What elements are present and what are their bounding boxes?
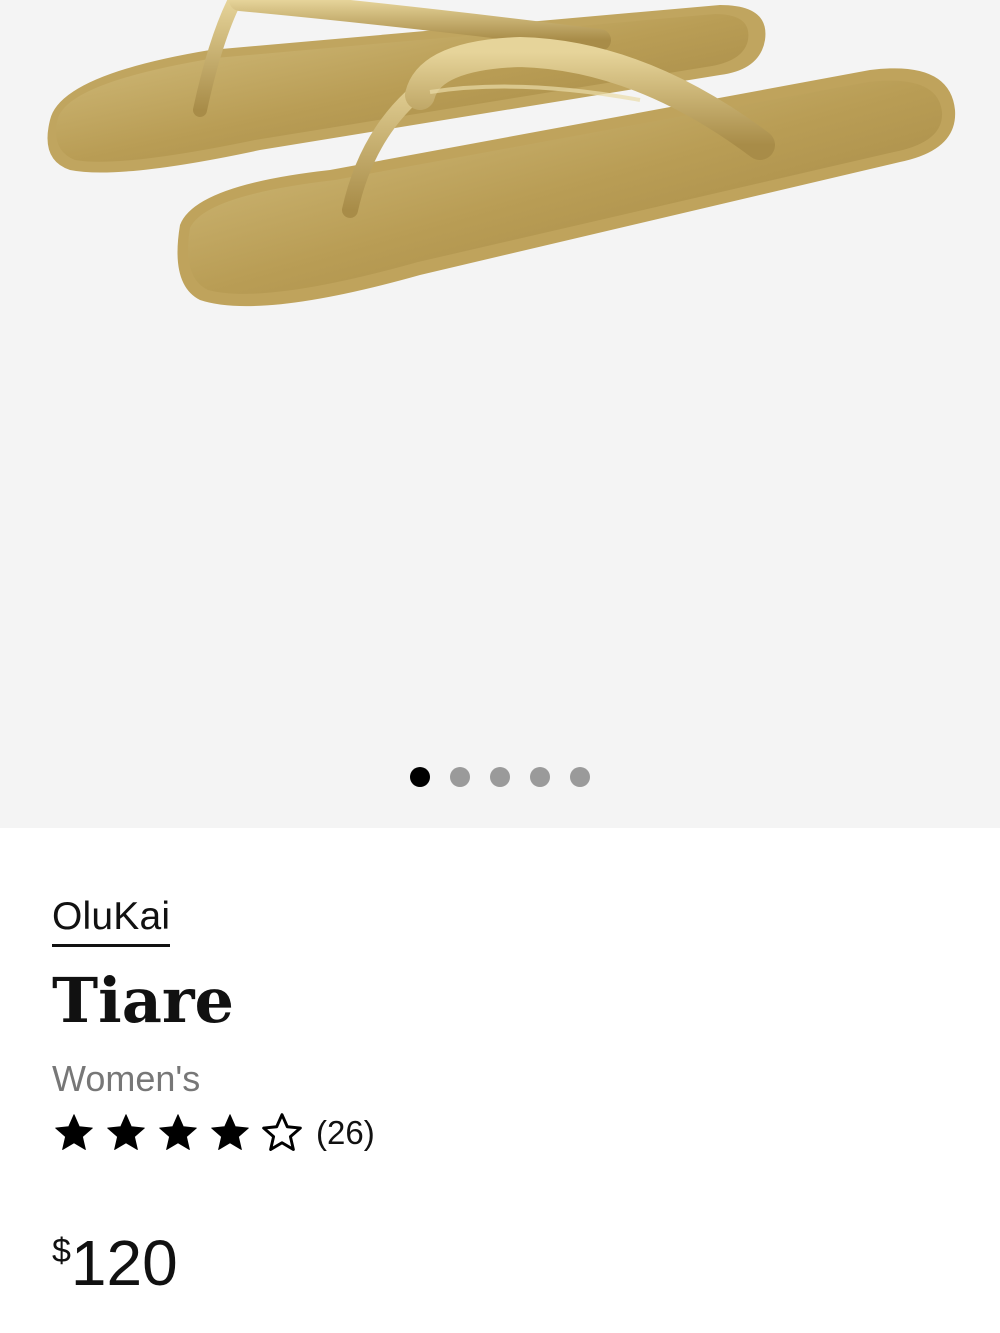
pagination-dot[interactable] <box>410 767 430 787</box>
image-pagination <box>0 766 1000 788</box>
rating-stars <box>52 1111 312 1155</box>
price-amount: 120 <box>70 1227 178 1299</box>
price-currency: $ <box>52 1232 71 1270</box>
pagination-dot[interactable] <box>570 767 590 787</box>
brand-link[interactable]: OluKai <box>52 894 171 947</box>
pagination-dot[interactable] <box>490 767 510 787</box>
rating-summary[interactable]: (26) <box>52 1111 375 1155</box>
star-filled-icon <box>211 1114 249 1150</box>
review-count: (26) <box>316 1114 375 1151</box>
product-title: Tiare <box>52 964 234 1037</box>
pagination-dot[interactable] <box>530 767 550 787</box>
pagination-dot[interactable] <box>450 767 470 787</box>
product-image[interactable] <box>0 0 1000 740</box>
star-outline-icon <box>262 1113 302 1151</box>
star-filled-icon <box>159 1114 197 1150</box>
product-price: $120 <box>52 1228 178 1298</box>
product-image-gallery[interactable] <box>0 0 1000 828</box>
star-filled-icon <box>107 1114 145 1150</box>
product-gender: Women's <box>52 1058 201 1099</box>
star-filled-icon <box>55 1114 93 1150</box>
